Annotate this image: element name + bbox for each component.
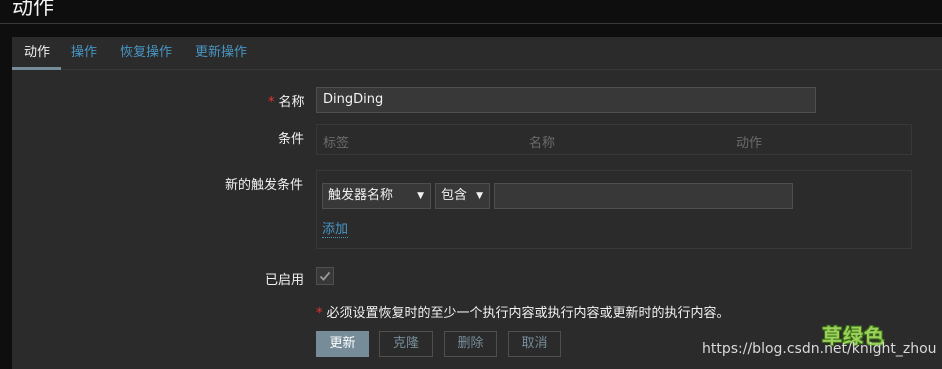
condition-value-input[interactable] [494,183,793,209]
watermark-url: https://blog.csdn.net/knight_zhou [702,341,937,357]
conditions-table: 标签 名称 动作 [316,124,912,155]
chevron-down-icon: ▼ [476,191,483,201]
update-button[interactable]: 更新 [316,331,369,357]
action-form-panel: 动作 操作 恢复操作 更新操作 * 名称 DingDing 条件 标签 名称 动作… [12,37,942,369]
tab-action[interactable]: 动作 [24,37,50,70]
add-condition-link[interactable]: 添加 [322,222,349,238]
tab-bar: 动作 操作 恢复操作 更新操作 [12,37,942,70]
name-label: * 名称 [268,91,305,110]
operations-warning: * 必须设置恢复时的至少一个执行内容或执行内容或更新时的执行内容。 [316,302,730,321]
condition-type-value: 触发器名称 [328,188,394,203]
new-condition-box: 触发器名称 ▼ 包含 ▼ 添加 [316,170,912,249]
conditions-label: 条件 [278,132,305,147]
page-title: 动作 [12,0,54,19]
new-condition-label: 新的触发条件 [225,178,304,193]
warning-text: 必须设置恢复时的至少一个执行内容或执行内容或更新时的执行内容。 [326,306,730,321]
column-header-action: 动作 [736,136,763,151]
cancel-button[interactable]: 取消 [508,331,561,357]
enabled-label: 已启用 [265,273,305,288]
column-header-name: 名称 [529,136,556,151]
page-header: 动作 [0,0,942,24]
name-label-text: 名称 [278,95,305,110]
condition-type-select[interactable]: 触发器名称 ▼ [322,183,431,209]
chevron-down-icon: ▼ [417,191,424,201]
warning-mark: * [316,306,323,321]
condition-operator-value: 包含 [441,188,468,203]
delete-button[interactable]: 删除 [444,331,497,357]
required-mark: * [268,95,275,110]
tab-recovery-operations[interactable]: 恢复操作 [120,37,172,70]
active-tab-indicator [12,67,61,70]
clone-button[interactable]: 克隆 [379,331,433,357]
checkmark-icon [319,271,331,281]
tab-update-operations[interactable]: 更新操作 [195,37,247,70]
name-input[interactable]: DingDing [316,87,816,113]
condition-operator-select[interactable]: 包含 ▼ [435,183,490,209]
enabled-checkbox[interactable] [316,267,334,285]
column-header-label: 标签 [323,136,350,151]
tab-operations[interactable]: 操作 [71,37,97,70]
